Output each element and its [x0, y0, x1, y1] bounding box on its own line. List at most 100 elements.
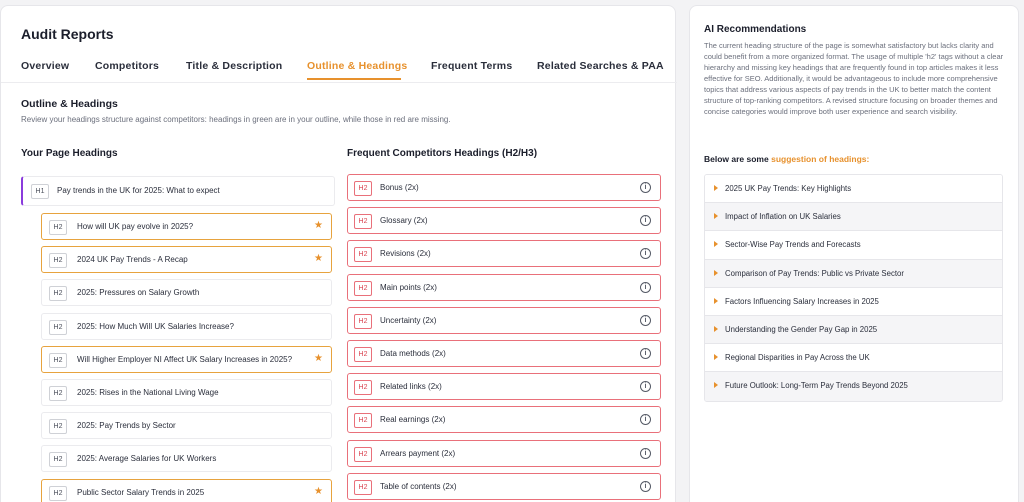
heading-tag: H2	[354, 214, 372, 230]
competitor-heading-row[interactable]: H2 Real earnings (2x) i	[347, 406, 661, 434]
competitor-heading-row[interactable]: H2 Revisions (2x) i	[347, 240, 661, 268]
heading-text: 2025: Rises in the National Living Wage	[77, 388, 219, 397]
caret-right-icon	[714, 382, 718, 389]
ai-recommendations-panel: AI Recommendations The current heading s…	[689, 5, 1019, 502]
ai-paragraph: The current heading structure of the pag…	[704, 41, 1004, 116]
caret-right-icon	[714, 325, 718, 332]
suggestion-prefix: Below are some	[704, 154, 769, 164]
heading-row[interactable]: H2 2025: Average Salaries for UK Workers	[41, 445, 332, 473]
heading-tag: H2	[49, 352, 67, 368]
competitor-heading-row[interactable]: H2 Data methods (2x) i	[347, 340, 661, 367]
suggestion-item[interactable]: Sector-Wise Pay Trends and Forecasts	[705, 231, 1002, 260]
tab-outline-headings[interactable]: Outline & Headings	[307, 60, 407, 72]
heading-text: Revisions (2x)	[380, 249, 431, 259]
suggestion-item[interactable]: Regional Disparities in Pay Across the U…	[705, 344, 1002, 373]
info-icon[interactable]: i	[640, 480, 651, 492]
heading-row[interactable]: H2 How will UK pay evolve in 2025? ★	[41, 213, 332, 240]
heading-tag: H2	[354, 479, 372, 495]
suggestion-text: Understanding the Gender Pay Gap in 2025	[725, 324, 878, 334]
competitor-heading-row[interactable]: H2 Uncertainty (2x) i	[347, 306, 661, 334]
suggestion-item[interactable]: Comparison of Pay Trends: Public vs Priv…	[705, 259, 1002, 288]
caret-right-icon	[714, 354, 718, 361]
heading-tag: H2	[49, 485, 67, 501]
competitor-heading-row[interactable]: H2 Bonus (2x) i	[347, 174, 661, 201]
heading-text: Data methods (2x)	[380, 349, 446, 358]
competitor-heading-row[interactable]: H2 Main points (2x) i	[347, 273, 661, 301]
info-icon[interactable]: i	[640, 381, 651, 393]
tab-competitors[interactable]: Competitors	[95, 60, 159, 72]
suggestion-item[interactable]: 2025 UK Pay Trends: Key Highlights	[705, 175, 1002, 204]
competitor-heading-row[interactable]: H2 Glossary (2x) i	[347, 207, 661, 235]
suggestion-item[interactable]: Impact of Inflation on UK Salaries	[705, 203, 1002, 232]
heading-row[interactable]: H2 Public Sector Salary Trends in 2025 ★	[41, 478, 332, 502]
heading-text: Related links (2x)	[380, 382, 442, 392]
info-icon[interactable]: i	[640, 248, 651, 260]
heading-text: 2025: Pressures on Salary Growth	[77, 288, 200, 298]
heading-text: How will UK pay evolve in 2025?	[77, 222, 194, 231]
suggestion-item[interactable]: Future Outlook: Long-Term Pay Trends Bey…	[705, 372, 1002, 401]
page-title: Audit Reports	[21, 26, 114, 42]
heading-row[interactable]: H2 2025: Pressures on Salary Growth	[41, 279, 332, 307]
info-icon[interactable]: i	[640, 281, 651, 293]
star-icon: ★	[314, 352, 323, 364]
star-icon: ★	[314, 485, 323, 497]
competitor-headings-title: Frequent Competitors Headings (H2/H3)	[347, 148, 538, 159]
heading-row[interactable]: H2 2025: Pay Trends by Sector	[41, 412, 332, 440]
heading-text: Main points (2x)	[380, 282, 437, 292]
heading-tag: H2	[354, 247, 372, 263]
tab-bar: Overview Competitors Title & Description…	[21, 60, 664, 82]
suggestion-text: Sector-Wise Pay Trends and Forecasts	[725, 240, 861, 250]
heading-text: Public Sector Salary Trends in 2025	[77, 487, 205, 497]
tab-related-searches-paa[interactable]: Related Searches & PAA	[537, 60, 664, 72]
heading-row[interactable]: H2 2024 UK Pay Trends - A Recap ★	[41, 246, 332, 274]
suggestion-heading: Below are some suggestion of headings:	[704, 154, 869, 164]
heading-tag: H2	[354, 313, 372, 329]
heading-tag: H2	[354, 181, 372, 196]
heading-tag: H2	[49, 319, 67, 335]
info-icon[interactable]: i	[640, 182, 651, 193]
heading-tag: H1	[31, 184, 49, 199]
caret-right-icon	[714, 213, 718, 220]
info-icon[interactable]: i	[640, 348, 651, 359]
h1-heading-row[interactable]: H1 Pay trends in the UK for 2025: What t…	[21, 176, 335, 206]
heading-text: Real earnings (2x)	[380, 415, 446, 425]
audit-panel: Audit Reports Overview Competitors Title…	[0, 5, 677, 502]
info-icon[interactable]: i	[640, 215, 651, 227]
heading-row[interactable]: H2 2025: Rises in the National Living Wag…	[41, 379, 332, 406]
suggestion-text: 2025 UK Pay Trends: Key Highlights	[725, 184, 852, 193]
heading-tag: H2	[49, 452, 67, 468]
competitor-heading-row[interactable]: H2 Table of contents (2x) i	[347, 472, 661, 500]
tab-title-description[interactable]: Title & Description	[186, 60, 282, 72]
heading-tag: H2	[49, 286, 67, 302]
competitor-heading-row[interactable]: H2 Related links (2x) i	[347, 373, 661, 401]
heading-row[interactable]: H2 2025: How Much Will UK Salaries Increa…	[41, 312, 332, 340]
heading-row[interactable]: H2 Will Higher Employer NI Affect UK Sala…	[41, 345, 332, 373]
heading-tag: H2	[354, 280, 372, 296]
heading-tag: H2	[354, 446, 372, 462]
heading-tag: H2	[354, 413, 372, 429]
competitor-heading-row[interactable]: H2 Arrears payment (2x) i	[347, 439, 661, 467]
suggestion-item[interactable]: Understanding the Gender Pay Gap in 2025	[705, 315, 1002, 345]
tab-overview[interactable]: Overview	[21, 60, 69, 72]
heading-text: 2025: Pay Trends by Sector	[77, 421, 176, 431]
info-icon[interactable]: i	[640, 314, 651, 326]
suggestion-item[interactable]: Factors Influencing Salary Increases in …	[705, 287, 1002, 316]
active-tab-indicator	[307, 78, 401, 80]
info-icon[interactable]: i	[640, 414, 651, 426]
heading-tag: H2	[49, 253, 67, 269]
suggestion-text: Impact of Inflation on UK Salaries	[725, 212, 841, 222]
suggestion-text: Future Outlook: Long-Term Pay Trends Bey…	[725, 381, 908, 391]
caret-right-icon	[714, 297, 718, 304]
section-title: Outline & Headings	[21, 98, 118, 110]
info-icon[interactable]: i	[640, 447, 651, 459]
heading-text: Table of contents (2x)	[380, 481, 457, 491]
star-icon: ★	[314, 220, 323, 231]
tab-frequent-terms[interactable]: Frequent Terms	[431, 60, 512, 72]
heading-text: Pay trends in the UK for 2025: What to e…	[57, 186, 220, 195]
heading-tag: H2	[354, 347, 372, 362]
tab-divider	[1, 82, 677, 83]
suggestion-text: Factors Influencing Salary Increases in …	[725, 296, 879, 306]
suggestion-list: 2025 UK Pay Trends: Key Highlights Impact…	[704, 174, 1003, 402]
caret-right-icon	[714, 185, 718, 191]
ai-title: AI Recommendations	[704, 24, 807, 35]
